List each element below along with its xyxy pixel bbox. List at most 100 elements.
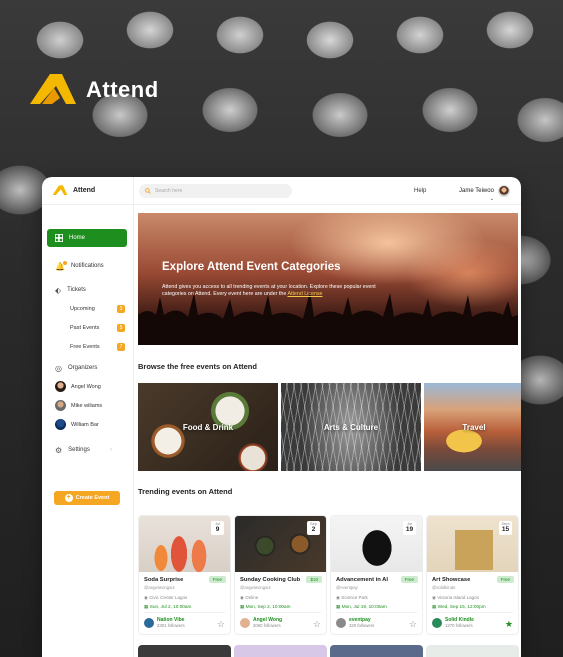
event-organizer[interactable]: eventpay 320 followers: [336, 617, 374, 628]
avatar: [55, 419, 66, 430]
app-logo[interactable]: Attend: [42, 177, 134, 204]
event-day: 9: [215, 526, 220, 533]
avatar[interactable]: [497, 184, 510, 197]
sidebar-item-label: Free Events: [70, 344, 100, 350]
sidebar-item-label: Organizers: [67, 365, 98, 371]
followers-count: 2301 followers: [157, 623, 185, 628]
event-card[interactable]: Jul 9 Soda Surprise Free @angelwongxi4 ◉…: [138, 515, 231, 635]
organizer-name: William Bar: [71, 421, 99, 428]
category-card-arts[interactable]: Arts & Culture: [281, 383, 421, 471]
event-organizer[interactable]: Nation Vibe 2301 followers: [144, 617, 185, 628]
event-location: ◉ Online: [240, 595, 258, 601]
user-name: Jame Teiwoo: [459, 188, 494, 194]
search-bar[interactable]: [139, 183, 292, 198]
count-badge: 7: [117, 343, 125, 351]
event-location: ◉ Science Park: [336, 595, 368, 601]
organizer-item[interactable]: Angel Wong: [55, 381, 101, 392]
event-handle: @angelwongxi4: [144, 585, 175, 590]
category-label: Arts & Culture: [323, 422, 379, 432]
price-badge: Free: [496, 576, 514, 583]
hero-banner: Explore Attend Event Categories Attend g…: [138, 213, 518, 345]
event-card-partial[interactable]: [234, 645, 327, 657]
search-input[interactable]: [155, 187, 275, 194]
event-handle: @solidkinde: [432, 585, 456, 590]
star-icon[interactable]: ☆: [217, 620, 225, 629]
event-location: ◉ Civic Center Lagos: [144, 595, 187, 601]
chevron-down-icon: ⌄: [489, 196, 494, 202]
bell-icon: 🔔: [55, 260, 67, 271]
event-card-partial[interactable]: [426, 645, 519, 657]
chevron-right-icon: ›: [109, 447, 112, 453]
organizer-item[interactable]: Mike wiliams: [55, 400, 102, 411]
avatar: [336, 617, 346, 628]
sidebar-item-free-events[interactable]: Free Events 7: [70, 343, 125, 351]
event-card[interactable]: Sep 2 Sunday Cooking Club $10 @angelwong…: [234, 515, 327, 635]
create-event-button[interactable]: + Create Event: [54, 491, 120, 505]
create-event-label: Create Event: [75, 495, 110, 501]
event-time: ▦ Mon, Sep 2, 10:00am: [240, 604, 291, 610]
grid-icon: [55, 234, 63, 242]
app-logo-text: Attend: [73, 187, 96, 194]
hero-description-text: Attend gives you access to all trending …: [162, 284, 376, 297]
event-card[interactable]: Jul 19 Advancement in AI Free @eventpay …: [330, 515, 423, 635]
event-location: ◉ Victoria Island Lagos: [432, 595, 479, 601]
top-bar: Attend Help Jame Teiwoo ⌄: [42, 177, 521, 205]
category-card-travel[interactable]: Travel: [424, 383, 521, 471]
divider: [432, 612, 513, 613]
event-date-badge: Jul 19: [403, 521, 416, 535]
sidebar-item-label: Settings: [68, 447, 90, 453]
event-date-badge: Sept 15: [499, 521, 512, 535]
sidebar-item-upcoming[interactable]: Upcoming 3: [70, 305, 125, 313]
event-time-text: Sun, Jul 2, 10:00am: [149, 604, 192, 609]
event-title: Art Showcase: [432, 577, 471, 583]
sidebar: Home 🔔 Notifications ⬖ Tickets Upcoming …: [42, 205, 134, 657]
sidebar-item-label: Home: [69, 235, 86, 241]
organizer-item[interactable]: William Bar: [55, 419, 99, 430]
event-location-text: Civic Center Lagos: [149, 595, 188, 600]
license-link[interactable]: Attend License: [287, 291, 322, 297]
price-badge: Free: [400, 576, 418, 583]
category-card-food[interactable]: Food & Drink: [138, 383, 278, 471]
event-location-text: Science Park: [341, 595, 368, 600]
user-menu[interactable]: Jame Teiwoo ⌄: [459, 179, 510, 202]
event-location-text: Online: [245, 595, 259, 600]
search-icon: [145, 187, 151, 194]
event-location-text: Victoria Island Lagos: [437, 595, 479, 600]
event-image: Sept 15: [427, 516, 518, 572]
help-link[interactable]: Help: [414, 188, 426, 194]
star-icon[interactable]: ★: [505, 620, 513, 629]
followers-count: 320 followers: [349, 623, 375, 628]
divider: [144, 612, 225, 613]
sidebar-item-past-events[interactable]: Past Events 5: [70, 324, 125, 332]
avatar: [55, 381, 66, 392]
event-time: ▦ Wed, Sep 15, 12:00pm: [432, 604, 486, 610]
plus-icon: +: [64, 494, 73, 502]
sidebar-item-tickets[interactable]: ⬖ Tickets: [47, 281, 127, 299]
star-icon[interactable]: ☆: [409, 620, 417, 629]
category-label: Food & Drink: [182, 422, 234, 432]
event-organizer[interactable]: Solid Kindle 1270 followers: [432, 617, 474, 628]
event-time: ▦ Sun, Jul 2, 10:00am: [144, 604, 191, 610]
sidebar-item-settings[interactable]: ⚙ Settings ›: [47, 441, 127, 459]
divider: [240, 612, 321, 613]
followers-count: 1270 followers: [445, 623, 473, 628]
event-image: Jul 19: [331, 516, 422, 572]
event-day: 19: [405, 526, 414, 533]
sidebar-item-organizers[interactable]: ◎ Organizers: [47, 359, 127, 377]
avatar: [240, 617, 250, 628]
event-card-partial[interactable]: [330, 645, 423, 657]
event-date-badge: Jul 9: [211, 521, 224, 535]
event-card[interactable]: Sept 15 Art Showcase Free @solidkinde ◉ …: [426, 515, 519, 635]
sidebar-item-label: Upcoming: [70, 306, 95, 312]
section-title-free: Browse the free events on Attend: [138, 362, 257, 371]
event-time-text: Wed, Sep 15, 12:00pm: [437, 604, 486, 609]
sidebar-item-home[interactable]: Home: [47, 229, 127, 247]
event-card-partial[interactable]: [138, 645, 231, 657]
event-organizer[interactable]: Angel Wong 2060 followers: [240, 617, 282, 628]
users-icon: ◎: [55, 363, 62, 373]
sidebar-item-notifications[interactable]: 🔔 Notifications: [47, 257, 127, 275]
sidebar-item-label: Tickets: [67, 287, 86, 293]
event-handle: @eventpay: [336, 585, 358, 590]
star-icon[interactable]: ☆: [313, 620, 321, 629]
event-day: 15: [501, 526, 510, 533]
